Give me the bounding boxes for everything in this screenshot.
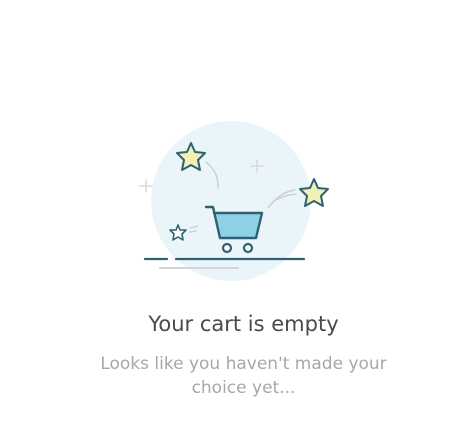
background-circle <box>151 121 311 281</box>
empty-cart-message: Looks like you haven't made your choice … <box>100 354 387 398</box>
plus-icon <box>139 179 153 193</box>
empty-cart-title: Your cart is empty <box>148 312 339 336</box>
empty-cart-illustration <box>0 0 467 300</box>
motion-dash <box>189 230 197 233</box>
